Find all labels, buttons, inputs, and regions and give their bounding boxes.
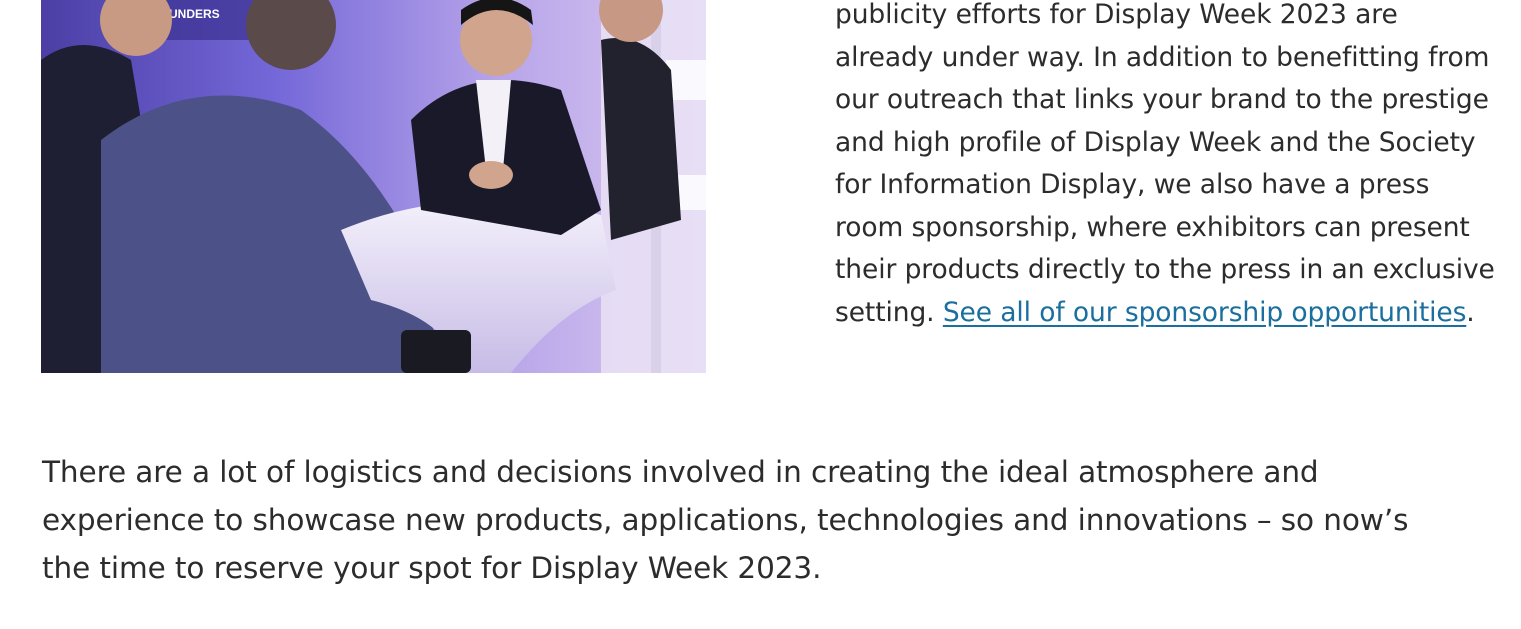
- body-paragraph: There are a lot of logistics and decisio…: [42, 455, 1409, 585]
- side-paragraph-text: publicity efforts for Display Week 2023 …: [835, 0, 1495, 328]
- article-photo: UNDERS: [41, 0, 706, 373]
- banner-text: UNDERS: [169, 7, 220, 21]
- page: UNDERS publicity efforts for Display Wee…: [0, 0, 1521, 629]
- sponsorship-opportunities-link[interactable]: See all of our sponsorship opportunities: [943, 297, 1467, 328]
- side-paragraph: publicity efforts for Display Week 2023 …: [835, 0, 1495, 334]
- link-suffix: .: [1466, 296, 1475, 328]
- booth-meeting-image: UNDERS: [41, 0, 706, 373]
